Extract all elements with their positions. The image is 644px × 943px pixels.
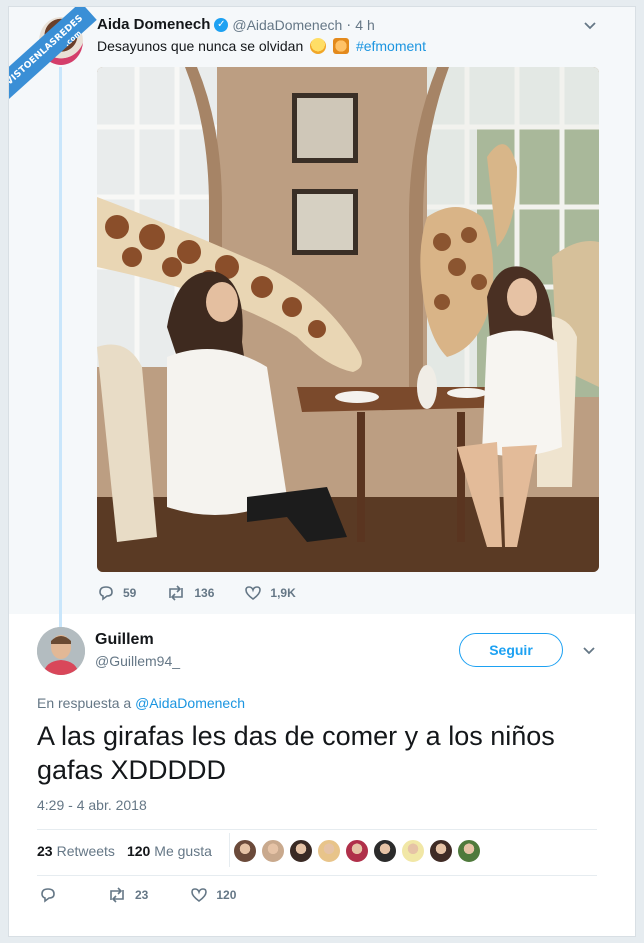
liker-avatar[interactable]	[233, 839, 257, 863]
tweet-time[interactable]: 4 h	[355, 17, 374, 33]
author-name[interactable]: Guillem	[95, 631, 154, 649]
chevron-down-icon[interactable]	[581, 643, 597, 659]
reply-count: 59	[123, 586, 137, 600]
tweet-text-body: Desayunos que nunca se olvidan	[97, 38, 304, 54]
reply-avatar-image	[37, 627, 85, 675]
retweet-action[interactable]: 136	[166, 585, 214, 601]
reply-icon	[41, 888, 55, 903]
reply-context: En respuesta a @AidaDomenech	[37, 695, 245, 711]
flexed-hand-emoji	[333, 38, 350, 54]
author-handle[interactable]: @AidaDomenech	[232, 17, 342, 33]
liker-avatar[interactable]	[261, 839, 285, 863]
retweet-icon	[169, 585, 184, 601]
retweet-action[interactable]: 23	[107, 887, 148, 903]
thread-connector-line	[59, 67, 62, 627]
reply-action[interactable]: 59	[97, 585, 136, 601]
liker-avatar[interactable]	[401, 839, 425, 863]
divider	[37, 875, 597, 876]
timestamp[interactable]: 4:29 - 4 abr. 2018	[37, 797, 147, 813]
separator-dot: ·	[346, 16, 352, 33]
retweets-stat-label: Retweets	[56, 843, 115, 859]
retweet-count: 23	[135, 888, 149, 902]
tweet-stats: 23 Retweets 120 Me gusta	[37, 843, 224, 859]
avatar[interactable]	[37, 627, 85, 675]
original-tweet[interactable]: Aida Domenech ✓ @AidaDomenech · 4 h Desa…	[9, 7, 635, 627]
reply-icon	[99, 586, 113, 601]
reply-text: A las girafas les das de comer y a los n…	[37, 721, 555, 785]
heart-icon	[245, 586, 262, 600]
follow-button[interactable]: Seguir	[459, 633, 563, 667]
retweets-stat[interactable]: 23 Retweets	[37, 843, 115, 859]
heart-icon	[191, 888, 208, 902]
liker-avatar[interactable]	[373, 839, 397, 863]
liker-avatars	[233, 839, 485, 863]
reply-tweet-actions: 23 120	[39, 887, 278, 903]
like-action[interactable]: 1,9K	[244, 585, 296, 601]
tweet-text: Desayunos que nunca se olvidan #efmoment	[97, 38, 426, 54]
liker-avatar[interactable]	[289, 839, 313, 863]
author-name[interactable]: Aida Domenech	[97, 16, 210, 33]
reply-to-link[interactable]: @AidaDomenech	[135, 695, 245, 711]
author-handle[interactable]: @Guillem94_	[95, 653, 180, 669]
likes-stat[interactable]: 120 Me gusta	[127, 843, 212, 859]
liker-avatar[interactable]	[457, 839, 481, 863]
likes-stat-label: Me gusta	[154, 843, 212, 859]
like-count: 120	[216, 888, 237, 902]
tweet-photo[interactable]	[97, 67, 599, 572]
likes-stat-count: 120	[126, 843, 151, 859]
liker-avatar[interactable]	[345, 839, 369, 863]
hashtag-link[interactable]: #efmoment	[356, 38, 426, 54]
retweets-stat-count: 23	[37, 843, 53, 859]
retweet-count: 136	[194, 586, 215, 600]
verified-badge-icon: ✓	[214, 17, 229, 32]
like-action[interactable]: 120	[190, 887, 236, 903]
reply-action[interactable]	[39, 887, 65, 903]
liker-avatar[interactable]	[429, 839, 453, 863]
reply-prefix: En respuesta a	[37, 695, 132, 711]
tweet-header: Aida Domenech ✓ @AidaDomenech · 4 h	[97, 16, 375, 33]
tweet-actions: 59 136 1,9K	[97, 585, 326, 601]
stats-separator	[229, 833, 230, 867]
liker-avatar[interactable]	[317, 839, 341, 863]
giraffe-breakfast-photo	[97, 67, 599, 572]
divider	[37, 829, 597, 830]
screaming-face-emoji	[310, 38, 327, 54]
chevron-down-icon[interactable]	[581, 17, 599, 35]
tweet-screenshot-frame: Aida Domenech ✓ @AidaDomenech · 4 h Desa…	[8, 6, 636, 937]
like-count: 1,9K	[270, 586, 296, 600]
retweet-icon	[110, 887, 124, 903]
